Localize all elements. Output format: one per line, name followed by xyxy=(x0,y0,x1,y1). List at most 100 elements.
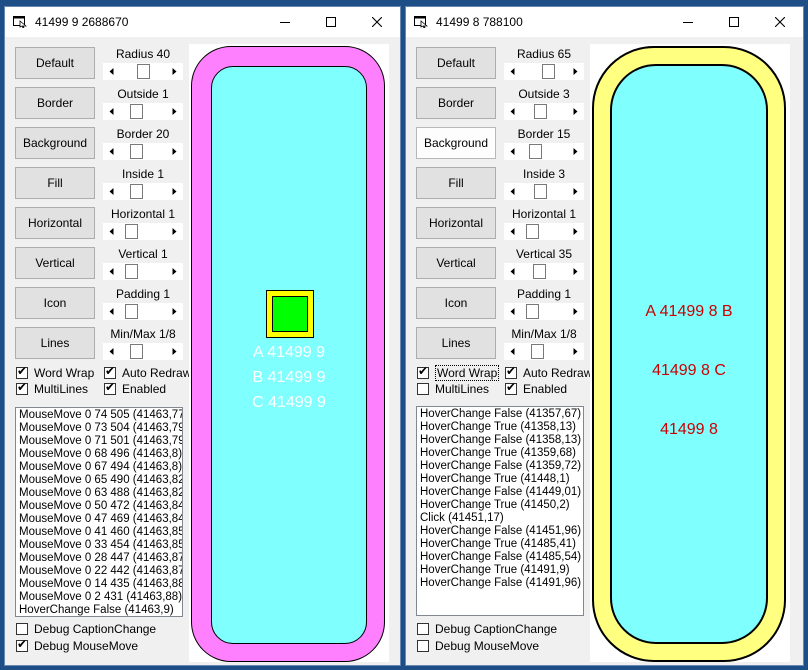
enabled-checkbox[interactable]: ✔ Enabled xyxy=(104,380,166,396)
list-item[interactable]: MouseMove 0 33 454 (41463,85) xyxy=(16,539,182,552)
scroll-left-arrow-icon[interactable] xyxy=(103,63,120,80)
list-item[interactable]: HoverChange False (41451,96) xyxy=(417,525,583,538)
vertical-button[interactable]: Vertical xyxy=(15,247,95,279)
list-item[interactable]: HoverChange True (41450,2) xyxy=(417,499,583,512)
scroll-right-arrow-icon[interactable] xyxy=(567,343,584,360)
slider-thumb[interactable] xyxy=(534,104,547,119)
preview-canvas[interactable]: A 41499 8 B 41499 8 C 41499 8 xyxy=(590,44,790,662)
debug-caption-change-checkbox[interactable]: ✔ Debug CaptionChange xyxy=(417,622,557,636)
minimize-button[interactable] xyxy=(262,7,308,37)
scroll-right-arrow-icon[interactable] xyxy=(166,143,183,160)
scroll-left-arrow-icon[interactable] xyxy=(504,143,521,160)
horizontal-button[interactable]: Horizontal xyxy=(15,207,95,239)
scroll-left-arrow-icon[interactable] xyxy=(504,183,521,200)
slider-scrollbar[interactable] xyxy=(504,63,584,80)
list-item[interactable]: MouseMove 0 2 431 (41463,88) xyxy=(16,591,182,604)
list-item[interactable]: HoverChange True (41485,41) xyxy=(417,538,583,551)
default-button[interactable]: Default xyxy=(416,47,496,79)
close-button[interactable] xyxy=(757,7,803,37)
list-item[interactable]: MouseMove 0 22 442 (41463,87) xyxy=(16,565,182,578)
slider-thumb[interactable] xyxy=(130,344,143,359)
slider-thumb[interactable] xyxy=(137,64,150,79)
scroll-right-arrow-icon[interactable] xyxy=(567,103,584,120)
word-wrap-checkbox[interactable]: ✔ Word Wrap xyxy=(417,364,500,381)
slider-thumb[interactable] xyxy=(526,304,539,319)
scroll-right-arrow-icon[interactable] xyxy=(166,223,183,240)
scroll-right-arrow-icon[interactable] xyxy=(166,183,183,200)
debug-mouse-move-checkbox[interactable]: ✔ Debug MouseMove xyxy=(417,639,539,653)
list-item[interactable]: MouseMove 0 63 488 (41463,82) xyxy=(16,487,182,500)
border-button[interactable]: Border xyxy=(416,87,496,119)
scroll-left-arrow-icon[interactable] xyxy=(103,223,120,240)
list-item[interactable]: HoverChange True (41448,1) xyxy=(417,473,583,486)
scroll-left-arrow-icon[interactable] xyxy=(504,63,521,80)
slider-thumb[interactable] xyxy=(125,264,138,279)
close-button[interactable] xyxy=(354,7,400,37)
list-item[interactable]: HoverChange False (41449,01) xyxy=(417,486,583,499)
slider-scrollbar[interactable] xyxy=(504,223,584,240)
list-item[interactable]: HoverChange True (41358,13) xyxy=(417,421,583,434)
auto-redraw-checkbox[interactable]: ✔ Auto Redraw xyxy=(505,364,592,380)
scroll-left-arrow-icon[interactable] xyxy=(504,263,521,280)
minimize-button[interactable] xyxy=(665,7,711,37)
fill-button[interactable]: Fill xyxy=(15,167,95,199)
list-item[interactable]: HoverChange True (41491,9) xyxy=(417,564,583,577)
slider-scrollbar[interactable] xyxy=(504,183,584,200)
list-item[interactable]: Click (41451,17) xyxy=(417,512,583,525)
list-item[interactable]: MouseMove 0 68 496 (41463,8) xyxy=(16,448,182,461)
slider-thumb[interactable] xyxy=(542,64,555,79)
slider-thumb[interactable] xyxy=(531,344,544,359)
scroll-right-arrow-icon[interactable] xyxy=(567,303,584,320)
slider-thumb[interactable] xyxy=(130,184,143,199)
scroll-left-arrow-icon[interactable] xyxy=(103,303,120,320)
slider-scrollbar[interactable] xyxy=(504,303,584,320)
scroll-right-arrow-icon[interactable] xyxy=(166,63,183,80)
slider-scrollbar[interactable] xyxy=(504,103,584,120)
list-item[interactable]: MouseMove 0 74 505 (41463,77) xyxy=(16,409,182,422)
auto-redraw-checkbox[interactable]: ✔ Auto Redraw xyxy=(104,364,191,380)
scroll-left-arrow-icon[interactable] xyxy=(504,103,521,120)
list-item[interactable]: MouseMove 0 65 490 (41463,82) xyxy=(16,474,182,487)
scroll-left-arrow-icon[interactable] xyxy=(103,263,120,280)
debug-mouse-move-checkbox[interactable]: ✔ Debug MouseMove xyxy=(16,637,138,653)
title-bar[interactable]: 41499 9 2688670 xyxy=(5,7,400,37)
slider-scrollbar[interactable] xyxy=(103,183,183,200)
vertical-button[interactable]: Vertical xyxy=(416,247,496,279)
scroll-right-arrow-icon[interactable] xyxy=(567,63,584,80)
list-item[interactable]: MouseMove 0 28 447 (41463,87) xyxy=(16,552,182,565)
slider-thumb[interactable] xyxy=(526,224,539,239)
slider-scrollbar[interactable] xyxy=(103,223,183,240)
slider-scrollbar[interactable] xyxy=(504,263,584,280)
slider-thumb[interactable] xyxy=(534,184,547,199)
preview-canvas[interactable]: A 41499 9 B 41499 9 C 41499 9 xyxy=(189,44,389,662)
scroll-right-arrow-icon[interactable] xyxy=(567,263,584,280)
enabled-checkbox[interactable]: ✔ Enabled xyxy=(505,380,567,396)
scroll-right-arrow-icon[interactable] xyxy=(567,183,584,200)
scroll-left-arrow-icon[interactable] xyxy=(103,143,120,160)
list-item[interactable]: MouseMove 0 14 435 (41463,88) xyxy=(16,578,182,591)
scroll-right-arrow-icon[interactable] xyxy=(166,303,183,320)
scroll-left-arrow-icon[interactable] xyxy=(504,223,521,240)
icon-button[interactable]: Icon xyxy=(416,287,496,319)
list-item[interactable]: HoverChange False (41485,54) xyxy=(417,551,583,564)
border-button[interactable]: Border xyxy=(15,87,95,119)
scroll-right-arrow-icon[interactable] xyxy=(166,343,183,360)
slider-thumb[interactable] xyxy=(529,144,542,159)
slider-scrollbar[interactable] xyxy=(103,263,183,280)
slider-scrollbar[interactable] xyxy=(103,103,183,120)
lines-button[interactable]: Lines xyxy=(416,327,496,359)
slider-scrollbar[interactable] xyxy=(103,63,183,80)
horizontal-button[interactable]: Horizontal xyxy=(416,207,496,239)
event-log-list[interactable]: MouseMove 0 74 505 (41463,77) MouseMove 0… xyxy=(15,407,183,617)
scroll-right-arrow-icon[interactable] xyxy=(166,103,183,120)
slider-thumb[interactable] xyxy=(130,144,143,159)
icon-button[interactable]: Icon xyxy=(15,287,95,319)
list-item[interactable]: HoverChange False (41491,96) xyxy=(417,577,583,590)
scroll-left-arrow-icon[interactable] xyxy=(103,103,120,120)
background-button[interactable]: Background xyxy=(15,127,95,159)
background-button[interactable]: Background xyxy=(416,127,496,159)
slider-scrollbar[interactable] xyxy=(103,303,183,320)
scroll-left-arrow-icon[interactable] xyxy=(103,183,120,200)
scroll-right-arrow-icon[interactable] xyxy=(567,143,584,160)
list-item[interactable]: MouseMove 0 41 460 (41463,85) xyxy=(16,526,182,539)
